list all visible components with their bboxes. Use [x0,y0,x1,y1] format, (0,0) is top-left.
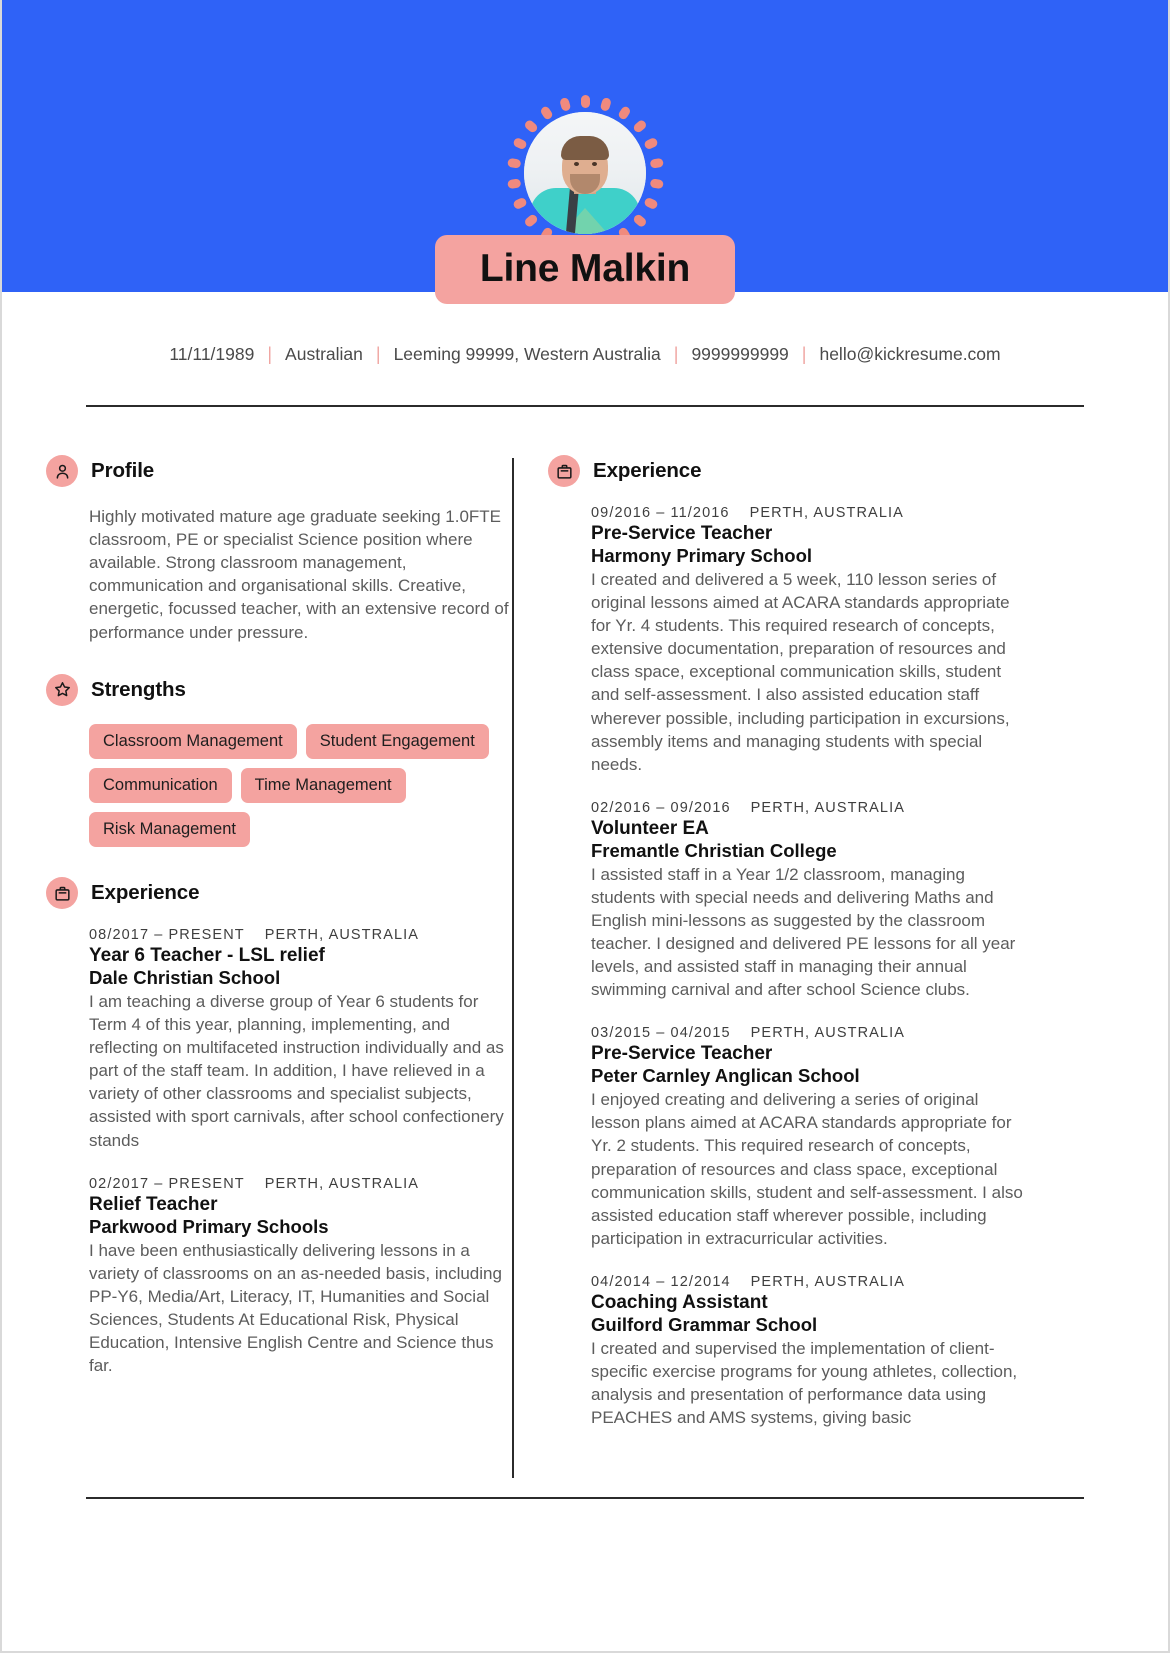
contact-info: 11/11/1989 | Australian | Leeming 99999, Wes… [2,344,1168,365]
experience-role: Year 6 Teacher - LSL relief [89,945,325,967]
contact-item[interactable]: hello@kickresume.com [819,344,1000,365]
experience-organization: Fremantle Christian College [591,839,837,861]
experience-role: Relief Teacher [89,1193,218,1215]
briefcase-icon [548,455,580,487]
experience-description: I assisted staff in a Year 1/2 classroom… [591,864,1016,1000]
experience-role: Coaching Assistant [591,1291,768,1313]
experience-description: I have been enthusiastically delivering … [89,1240,502,1376]
avatar-dot [506,157,521,169]
resume-page: Line Malkin 11/11/1989 | Australian | Leemin… [0,0,1170,1653]
photo-eye-left [574,162,579,166]
experience-right-title: Experience [593,459,702,482]
footer-divider [86,1497,1084,1499]
page-title: Line Malkin [479,247,691,290]
photo-hair [561,136,609,160]
strength-tag: Communication [89,767,232,803]
strength-tag: Student Engagement [305,723,489,759]
experience-description: I am teaching a diverse group of Year 6 … [89,991,504,1150]
experience-description: I created and delivered a 5 week, 110 le… [591,569,1010,774]
experience-description: I enjoyed creating and delivering a seri… [591,1090,1023,1248]
strength-tag: Classroom Management [89,723,297,759]
experience-location: PERTH, AUSTRALIA [750,799,905,816]
contact-item: 9999999999 [691,344,789,364]
experience-location: PERTH, AUSTRALIA [264,927,420,944]
briefcase-icon [46,877,78,910]
experience-left-title: Experience [91,881,200,905]
section-experience-right: Experience 09/2016 – 11/2016 PERTH, AUSTR… [548,455,1082,1429]
experience-meta: 04/2014 – 12/2014 PERTH, AUSTRALIA [591,1274,1082,1290]
experience-location: PERTH, AUSTRALIA [750,1273,905,1290]
avatar-dot [649,157,664,169]
right-column: Experience 09/2016 – 11/2016 PERTH, AUSTR… [514,455,1168,1478]
experience-dates: 04/2014 – 12/2014 [591,1273,731,1290]
avatar-dot [506,177,521,189]
experience-location: PERTH, AUSTRALIA [749,505,904,521]
experience-dates: 02/2016 – 09/2016 [591,799,731,816]
experience-organization: Dale Christian School [89,967,281,989]
strength-tag: Risk Management [89,811,250,848]
experience-location: PERTH, AUSTRALIA [750,1025,905,1042]
experience-left-heading: Experience [46,877,512,910]
avatar [506,94,664,252]
profile-text: Highly motivated mature age graduate see… [89,507,509,642]
experience-meta: 02/2017 – PRESENT PERTH, AUSTRALIA [89,1176,512,1192]
body-columns: Profile Highly motivated mature age grad… [2,455,1168,1478]
experience-item: 09/2016 – 11/2016 PERTH, AUSTRALIA Pre-Ser… [591,505,1082,776]
profile-title: Profile [91,459,155,482]
contact-separator: | [267,344,273,364]
strength-tag: Time Management [240,767,406,803]
contact-item: Australian [285,344,363,364]
strength-tag-list: Classroom Management Student Engagement Co… [46,723,509,848]
avatar-dot [599,96,612,112]
experience-right-list: 09/2016 – 11/2016 PERTH, AUSTRALIA Pre-Ser… [548,505,1082,1429]
experience-meta: 08/2017 – PRESENT PERTH, AUSTRALIA [89,927,512,943]
contact-separator: | [673,344,679,364]
experience-item: 02/2017 – PRESENT PERTH, AUSTRALIA Relief … [89,1176,512,1378]
experience-item: 04/2014 – 12/2014 PERTH, AUSTRALIA Coachin… [591,1274,1082,1429]
experience-organization: Guilford Grammar School [591,1314,818,1336]
contact-separator: | [375,344,381,364]
section-profile: Profile Highly motivated mature age grad… [46,455,512,644]
experience-item: 02/2016 – 09/2016 PERTH, AUSTRALIA Volunte… [591,800,1082,1002]
experience-dates: 02/2017 – PRESENT [89,1175,245,1192]
experience-description: I created and supervised the implementat… [591,1338,1018,1428]
experience-dates: 03/2015 – 04/2015 [591,1025,731,1042]
avatar-dot [580,94,590,108]
experience-right-heading: Experience [548,455,1082,487]
experience-item: 08/2017 – PRESENT PERTH, AUSTRALIA Year 6 … [89,927,512,1152]
left-column: Profile Highly motivated mature age grad… [2,455,512,1478]
contact-separator: | [801,344,807,364]
experience-organization: Peter Carnley Anglican School [591,1065,860,1087]
experience-location: PERTH, AUSTRALIA [264,1175,420,1192]
experience-organization: Parkwood Primary Schools [89,1215,329,1237]
experience-meta: 09/2016 – 11/2016 PERTH, AUSTRALIA [591,505,1082,521]
experience-meta: 02/2016 – 09/2016 PERTH, AUSTRALIA [591,800,1082,816]
avatar-dot [649,177,664,189]
experience-item: 03/2015 – 04/2015 PERTH, AUSTRALIA Pre-Ser… [591,1025,1082,1250]
header-divider [86,405,1084,407]
person-icon [46,455,78,487]
avatar-dot [558,96,571,112]
star-icon [46,673,78,706]
strengths-title: Strengths [91,677,186,701]
strengths-heading: Strengths [46,673,512,706]
section-strengths: Strengths Classroom Management Student En… [46,673,512,848]
section-experience-left: Experience 08/2017 – PRESENT PERTH, AUSTR… [46,877,512,1377]
experience-role: Volunteer EA [591,817,709,839]
avatar-photo [524,112,646,234]
experience-left-list: 08/2017 – PRESENT PERTH, AUSTRALIA Year 6 … [46,927,512,1377]
experience-role: Pre-Service Teacher [591,523,773,544]
profile-heading: Profile [46,455,512,487]
photo-eye-right [592,162,597,166]
experience-role: Pre-Service Teacher [591,1043,773,1065]
experience-meta: 03/2015 – 04/2015 PERTH, AUSTRALIA [591,1025,1082,1041]
contact-item: 11/11/1989 [169,344,255,364]
experience-dates: 08/2017 – PRESENT [89,927,245,944]
experience-organization: Harmony Primary School [591,545,813,567]
name-plate: Line Malkin [435,235,735,304]
contact-item: Leeming 99999, Western Australia [393,344,661,364]
experience-dates: 09/2016 – 11/2016 [591,505,730,521]
